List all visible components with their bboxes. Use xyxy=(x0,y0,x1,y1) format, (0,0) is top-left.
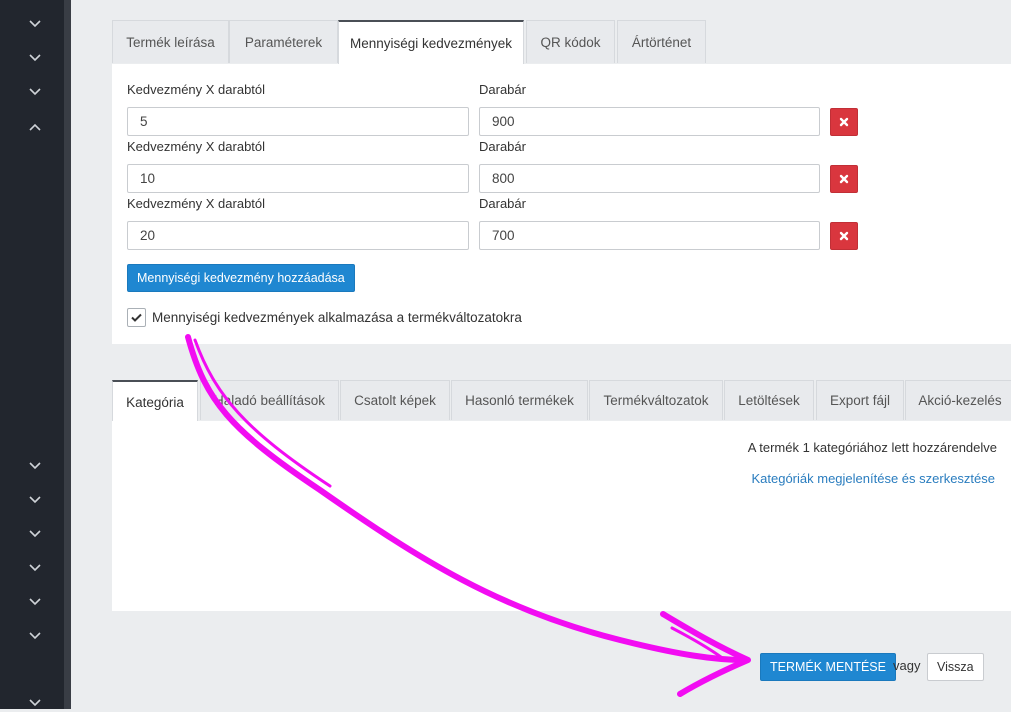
checkmark-icon xyxy=(131,313,142,322)
add-quantity-discount-button[interactable]: Mennyiségi kedvezmény hozzáadása xyxy=(127,264,355,292)
tab-quantity-discounts[interactable]: Mennyiségi kedvezmények xyxy=(338,20,524,65)
apply-to-variants-label: Mennyiségi kedvezmények alkalmazása a te… xyxy=(152,310,522,325)
price-input[interactable] xyxy=(479,164,820,193)
close-icon xyxy=(839,174,849,184)
remove-row-button[interactable] xyxy=(830,222,858,250)
close-icon xyxy=(839,231,849,241)
tab-promotion-management[interactable]: Akció-kezelés xyxy=(905,380,1011,420)
sidebar xyxy=(0,0,64,709)
chevron-down-icon[interactable] xyxy=(26,49,44,67)
qty-label: Kedvezmény X darabtól xyxy=(127,196,266,211)
tab-export-file[interactable]: Export fájl xyxy=(816,380,904,420)
chevron-down-icon[interactable] xyxy=(26,457,44,475)
back-button[interactable]: Vissza xyxy=(927,653,984,681)
chevron-down-icon[interactable] xyxy=(26,15,44,33)
qty-label: Kedvezmény X darabtól xyxy=(127,139,266,154)
chevron-down-icon[interactable] xyxy=(26,83,44,101)
chevron-down-icon[interactable] xyxy=(26,525,44,543)
price-input[interactable] xyxy=(479,107,820,136)
tab-product-variants[interactable]: Termékváltozatok xyxy=(589,380,723,420)
chevron-up-icon[interactable] xyxy=(26,118,44,136)
category-assigned-text: A termék 1 kategóriához lett hozzárendel… xyxy=(747,440,997,455)
apply-to-variants-checkbox[interactable] xyxy=(127,308,146,327)
sidebar-border xyxy=(64,0,71,709)
tab-category[interactable]: Kategória xyxy=(112,380,198,422)
chevron-down-icon[interactable] xyxy=(26,559,44,577)
product-extra-tabs: Kategória Haladó beállítások Csatolt kép… xyxy=(112,380,1011,422)
tab-price-history[interactable]: Ártörténet xyxy=(617,20,706,63)
view-edit-categories-link[interactable]: Kategóriák megjelenítése és szerkesztése xyxy=(751,471,995,486)
close-icon xyxy=(839,117,849,127)
or-text: vagy xyxy=(893,658,921,673)
save-product-button[interactable]: TERMÉK MENTÉSE xyxy=(760,653,896,681)
qty-input[interactable] xyxy=(127,107,469,136)
tab-similar-products[interactable]: Hasonló termékek xyxy=(451,380,588,420)
qty-label: Kedvezmény X darabtól xyxy=(127,82,266,97)
tab-parameters[interactable]: Paraméterek xyxy=(229,20,338,63)
price-label: Darabár xyxy=(479,196,526,211)
qty-input[interactable] xyxy=(127,164,469,193)
tab-advanced-settings[interactable]: Haladó beállítások xyxy=(200,380,339,420)
chevron-down-icon[interactable] xyxy=(26,627,44,645)
tab-attached-images[interactable]: Csatolt képek xyxy=(340,380,450,420)
price-input[interactable] xyxy=(479,221,820,250)
price-label: Darabár xyxy=(479,139,526,154)
chevron-down-icon[interactable] xyxy=(26,593,44,611)
tab-product-description[interactable]: Termék leírása xyxy=(112,20,229,63)
tab-downloads[interactable]: Letöltések xyxy=(724,380,814,420)
product-tabs: Termék leírása Paraméterek Mennyiségi ke… xyxy=(112,20,1011,65)
price-label: Darabár xyxy=(479,82,526,97)
chevron-down-icon[interactable] xyxy=(26,491,44,509)
remove-row-button[interactable] xyxy=(830,165,858,193)
chevron-down-icon[interactable] xyxy=(26,694,44,712)
remove-row-button[interactable] xyxy=(830,108,858,136)
qty-input[interactable] xyxy=(127,221,469,250)
tab-qr-codes[interactable]: QR kódok xyxy=(526,20,615,63)
